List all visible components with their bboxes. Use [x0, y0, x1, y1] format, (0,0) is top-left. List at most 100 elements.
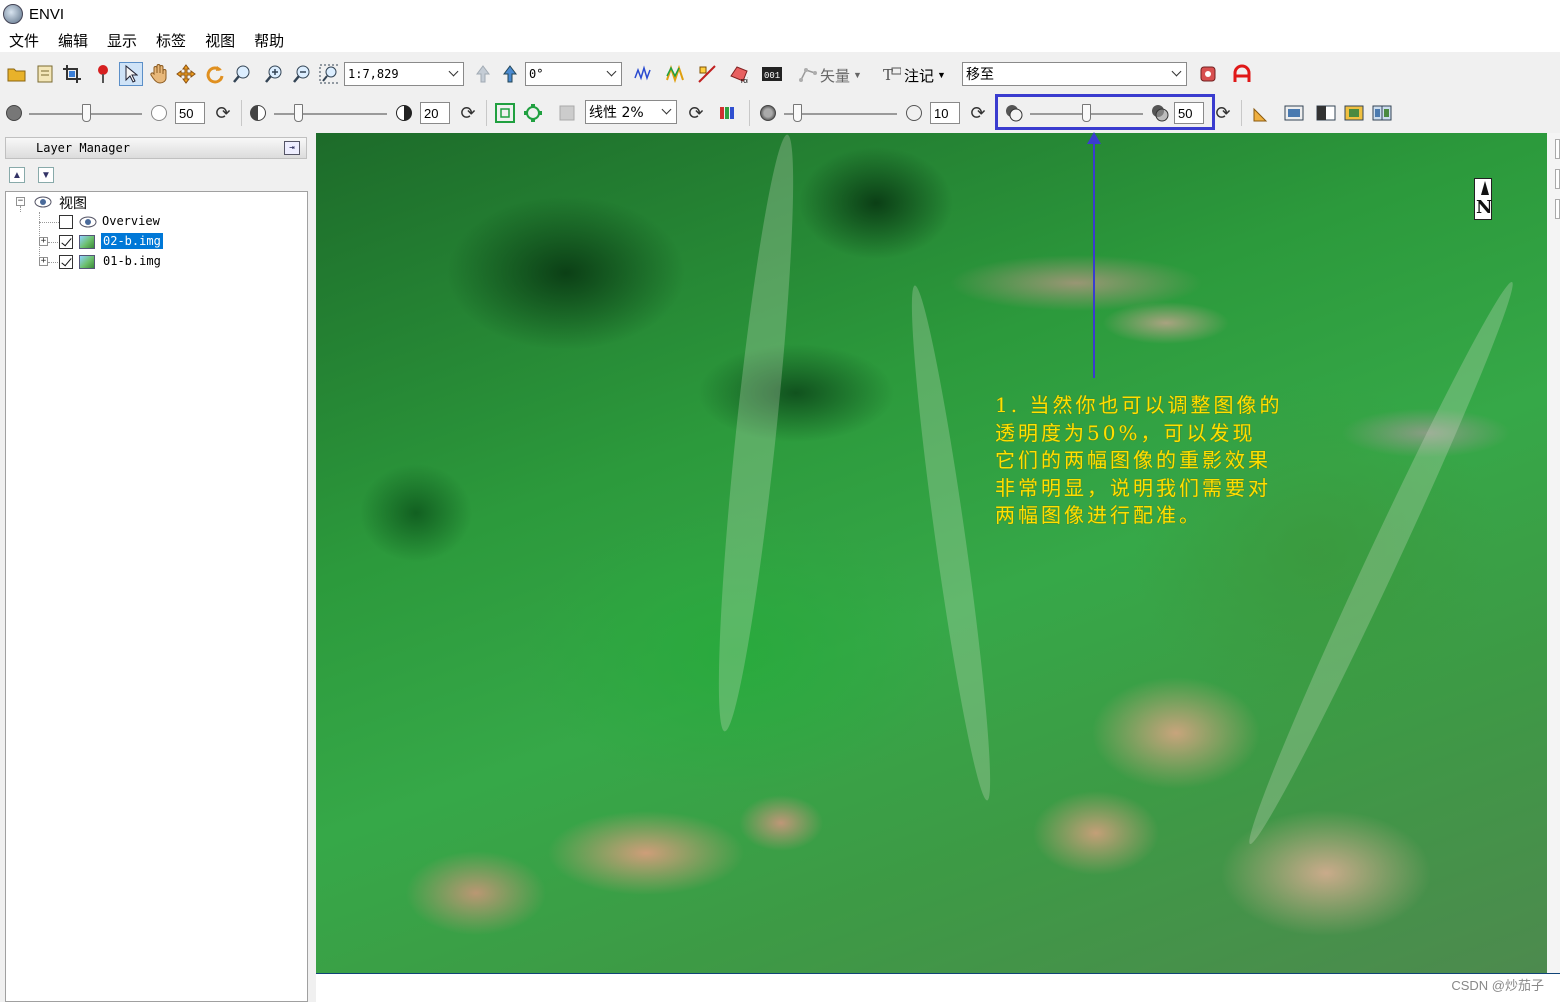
- goto-value: 移至: [966, 67, 994, 83]
- side-tab[interactable]: [1555, 139, 1560, 159]
- swipe-icon[interactable]: [1372, 103, 1392, 123]
- layer-row-overview[interactable]: Overview: [6, 212, 306, 232]
- move-layer-down-icon[interactable]: ▼: [38, 167, 54, 183]
- north-arrow-head: [1481, 181, 1489, 195]
- spectral-plot-icon[interactable]: [665, 64, 685, 84]
- rotate-icon[interactable]: [205, 64, 225, 84]
- tree-root-view[interactable]: − 视图: [6, 192, 306, 212]
- layer-name: Overview: [102, 214, 160, 228]
- lidar-tool-icon[interactable]: [1199, 64, 1219, 84]
- fit-to-view-icon[interactable]: [495, 103, 515, 123]
- pan-hand-icon[interactable]: [149, 64, 169, 84]
- annotation-arrow-icon: [1087, 132, 1101, 144]
- measure-icon[interactable]: [1252, 103, 1272, 123]
- contrast-slider-thumb[interactable]: [294, 104, 303, 122]
- rotate-north-up-icon[interactable]: [473, 64, 493, 84]
- crop-icon[interactable]: [62, 64, 82, 84]
- dropdown-arrow-icon: ▼: [937, 70, 946, 80]
- flicker-icon[interactable]: [1344, 103, 1364, 123]
- contrast-slider-track[interactable]: [274, 113, 387, 115]
- terrain-ridge: [704, 133, 808, 734]
- reset-brightness-icon[interactable]: ⟳: [213, 103, 233, 123]
- goto-combobox[interactable]: 移至: [962, 62, 1187, 86]
- zoom-full-extent-icon[interactable]: [319, 64, 339, 84]
- reset-sharpen-icon[interactable]: ⟳: [968, 103, 988, 123]
- stretch-refresh-icon[interactable]: [523, 103, 543, 123]
- svg-text:roi: roi: [741, 78, 748, 84]
- app-logo-icon[interactable]: [1232, 64, 1252, 84]
- layer-row-01b[interactable]: + 01-b.img: [6, 252, 306, 272]
- layer-row-02b[interactable]: + 02-b.img: [6, 232, 306, 252]
- menu-edit[interactable]: 编辑: [57, 30, 89, 51]
- brightness-slider-thumb[interactable]: [82, 104, 91, 122]
- menu-display[interactable]: 显示: [106, 30, 138, 51]
- sharpen-high-icon: [906, 105, 922, 121]
- layer-tree: − 视图 Overview + 02-b.img + 01-b.img: [5, 191, 308, 1002]
- chevron-down-icon: [1172, 67, 1182, 77]
- image-view-icon[interactable]: [1284, 103, 1304, 123]
- data-manager-icon[interactable]: [35, 64, 55, 84]
- menu-view[interactable]: 视图: [204, 30, 236, 51]
- spectral-profile-icon[interactable]: [633, 64, 653, 84]
- vector-menu-button[interactable]: 矢量 ▼: [820, 65, 862, 85]
- svg-text:001: 001: [764, 71, 780, 81]
- title-bar: ENVI: [0, 0, 1560, 28]
- menu-file[interactable]: 文件: [8, 30, 40, 51]
- reset-stretch-icon[interactable]: ⟳: [686, 103, 706, 123]
- scale-combobox[interactable]: 1:7,829: [344, 62, 464, 86]
- stretch-type-icon[interactable]: [557, 103, 577, 123]
- layer-name: 01-b.img: [103, 254, 161, 268]
- toolbar-separator: [486, 100, 487, 126]
- open-folder-icon[interactable]: [7, 64, 27, 84]
- annotation-icon[interactable]: T: [881, 64, 901, 84]
- watermark: CSDN @炒茄子: [1451, 978, 1544, 993]
- roi-tool-icon[interactable]: roi: [728, 64, 748, 84]
- stretch-value: 线性 2%: [589, 105, 644, 121]
- view-eye-icon: [33, 192, 53, 212]
- expand-icon[interactable]: +: [39, 237, 48, 246]
- sharpen-slider-thumb[interactable]: [793, 104, 802, 122]
- collapse-icon[interactable]: −: [16, 197, 25, 206]
- side-tab[interactable]: [1555, 199, 1560, 219]
- layer-visibility-checkbox[interactable]: [59, 235, 73, 249]
- annotation-menu-button[interactable]: 注记 ▼: [904, 65, 946, 85]
- layer-visibility-checkbox[interactable]: [59, 215, 73, 229]
- contrast-value-field[interactable]: 20: [420, 102, 450, 124]
- reset-transparency-icon[interactable]: ⟳: [1213, 103, 1233, 123]
- pixel-locator-icon[interactable]: [697, 64, 717, 84]
- zoom-out-icon[interactable]: [292, 64, 312, 84]
- menu-help[interactable]: 帮助: [253, 30, 285, 51]
- side-tab[interactable]: [1555, 169, 1560, 189]
- image-view-canvas[interactable]: [316, 133, 1547, 973]
- vector-icon[interactable]: [798, 64, 818, 84]
- north-arrow: N: [1474, 178, 1492, 220]
- cursor-value-icon[interactable]: 001: [761, 64, 783, 84]
- annotation-pointer-line: [1093, 138, 1095, 378]
- pin-icon[interactable]: [93, 64, 113, 84]
- color-table-icon[interactable]: [718, 103, 738, 123]
- rotate-to-icon[interactable]: [500, 64, 520, 84]
- stretch-combobox[interactable]: 线性 2%: [585, 100, 677, 124]
- layer-name: 02-b.img: [101, 233, 163, 249]
- zoom-box-icon[interactable]: [232, 64, 252, 84]
- toolbar-separator: [241, 100, 242, 126]
- sharpen-value-field[interactable]: 10: [930, 102, 960, 124]
- right-side-panel-edge: [1547, 133, 1560, 973]
- blend-icon[interactable]: [1316, 103, 1336, 123]
- reset-contrast-icon[interactable]: ⟳: [458, 103, 478, 123]
- toolbar-separator: [749, 100, 750, 126]
- contrast-high-icon: [396, 105, 412, 121]
- expand-icon[interactable]: +: [39, 257, 48, 266]
- fly-move-icon[interactable]: [176, 64, 196, 84]
- brightness-value-field[interactable]: 50: [175, 102, 205, 124]
- rotation-combobox[interactable]: 0°: [525, 62, 622, 86]
- sharpen-low-icon: [760, 105, 776, 121]
- layer-visibility-checkbox[interactable]: [59, 255, 73, 269]
- select-cursor-icon[interactable]: [119, 62, 143, 86]
- zoom-in-icon[interactable]: [264, 64, 284, 84]
- annotation-line-1: 1. 当然你也可以调整图像的: [995, 393, 1283, 417]
- menu-label[interactable]: 标签: [155, 30, 187, 51]
- dock-pin-icon[interactable]: ⇥: [284, 141, 300, 155]
- move-layer-up-icon[interactable]: ▲: [9, 167, 25, 183]
- annotation-line-3: 它们的两幅图像的重影效果: [995, 448, 1271, 472]
